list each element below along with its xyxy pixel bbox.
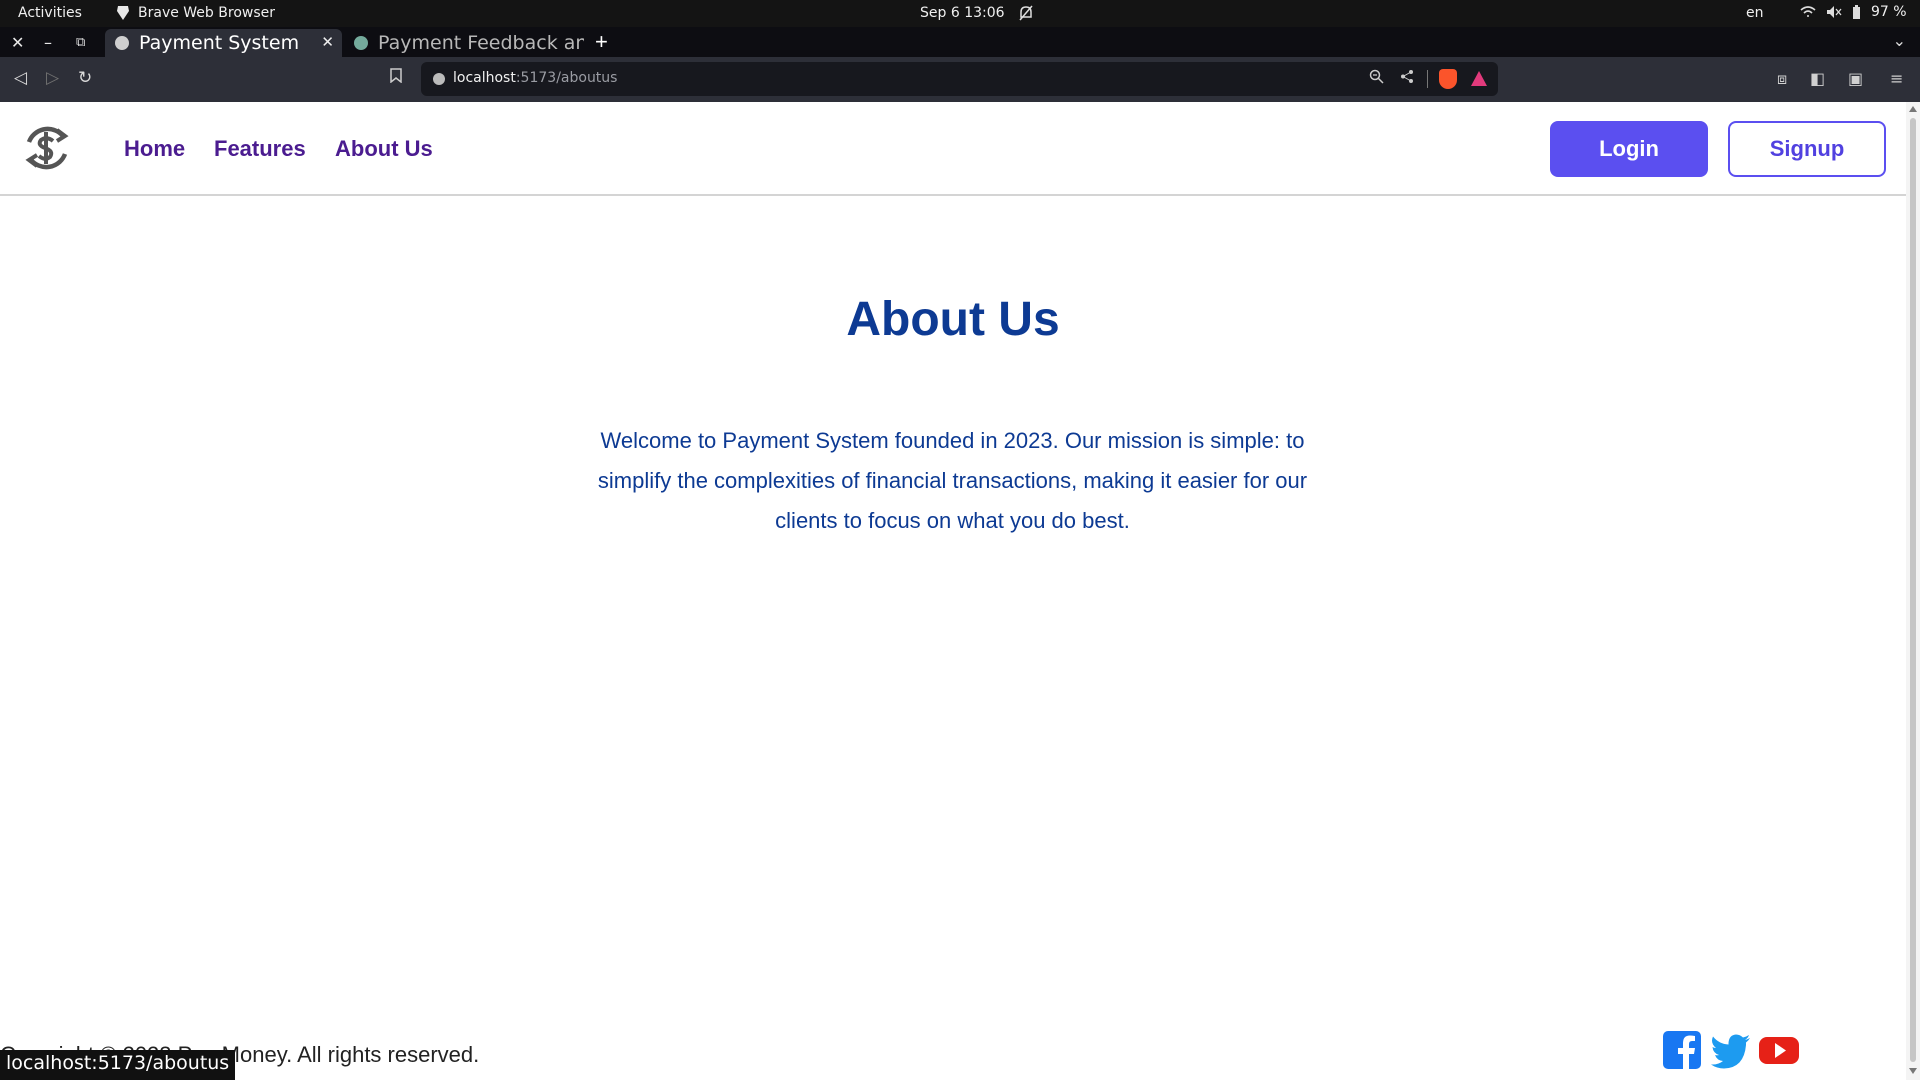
battery-icon [1853,4,1860,19]
forward-icon[interactable]: ▷ [46,68,59,88]
battery-level: 97 % [1871,4,1907,20]
scrollbar-thumb[interactable] [1910,118,1916,1062]
scroll-down-icon[interactable] [1909,1068,1917,1074]
sidebar-icon[interactable]: ◧ [1810,69,1825,88]
app-menu[interactable]: Brave Web Browser [116,5,275,21]
reload-icon[interactable]: ↻ [78,68,92,88]
brave-lion-icon [117,6,129,20]
web-page: Home Features About Us Login Signup Abou… [0,102,1906,1080]
back-icon[interactable]: ◁ [14,68,27,88]
site-navbar: Home Features About Us Login Signup [0,102,1906,196]
nav-link-home[interactable]: Home [124,136,185,162]
brave-shields-icon[interactable] [1439,69,1457,89]
zoom-icon[interactable] [1369,69,1384,88]
signup-button[interactable]: Signup [1728,121,1886,177]
app-name: Brave Web Browser [138,5,275,21]
tab-title: Payment Feedback and [378,32,584,54]
globe-icon [115,36,129,50]
menu-icon[interactable]: ≡ [1890,69,1903,88]
url-text[interactable]: localhost:5173/aboutus [453,70,617,86]
notifications-muted-icon [1018,4,1034,26]
page-title: About Us [846,293,1060,346]
browser-toolbar: ◁ ▷ ↻ localhost:5173/aboutus ⧈ ◧ ▣ ≡ [0,57,1920,102]
facebook-icon[interactable] [1662,1030,1702,1070]
tab-payment-system[interactable]: Payment System ✕ [105,29,342,57]
volume-muted-icon [1827,6,1842,18]
activities-button[interactable]: Activities [18,5,82,21]
window-minimize-icon[interactable]: – [44,33,52,52]
divider [1427,70,1428,88]
link-status-tooltip: localhost:5173/aboutus [0,1050,236,1080]
login-button[interactable]: Login [1550,121,1708,177]
brave-rewards-icon[interactable] [1471,71,1487,86]
wallet-icon[interactable]: ▣ [1848,69,1863,88]
chatgpt-icon [354,36,368,50]
chevron-down-icon[interactable]: ⌄ [1893,31,1906,51]
tab-payment-feedback[interactable]: Payment Feedback and [344,29,584,57]
keyboard-language[interactable]: en [1746,5,1764,21]
system-top-bar: Activities Brave Web Browser Sep 6 13:06… [0,0,1920,27]
window-restore-icon[interactable]: ⧉ [76,35,85,50]
network-icon [1800,6,1816,17]
tab-title: Payment System [139,32,300,54]
twitter-icon[interactable] [1711,1030,1751,1070]
site-info-icon[interactable] [433,73,445,85]
new-tab-icon[interactable]: + [595,29,608,55]
tab-strip: ✕ – ⧉ Payment System ✕ Payment Feedback … [0,27,1920,57]
youtube-icon[interactable] [1759,1030,1799,1070]
clock[interactable]: Sep 6 13:06 [920,5,1005,21]
dollar-exchange-logo-icon[interactable] [21,122,73,174]
page-scrollbar[interactable] [1906,102,1920,1080]
system-tray[interactable]: 97 % [1800,4,1907,20]
tab-close-icon[interactable]: ✕ [321,33,334,51]
bookmark-icon[interactable] [390,68,402,88]
scroll-up-icon[interactable] [1909,106,1917,112]
window-close-icon[interactable]: ✕ [11,33,24,52]
extensions-icon[interactable]: ⧈ [1777,69,1787,89]
nav-link-about-us[interactable]: About Us [335,136,433,162]
share-icon[interactable] [1400,69,1414,88]
address-bar[interactable]: localhost:5173/aboutus [421,62,1498,96]
about-description: Welcome to Payment System founded in 202… [597,428,1308,533]
nav-link-features[interactable]: Features [214,136,306,162]
